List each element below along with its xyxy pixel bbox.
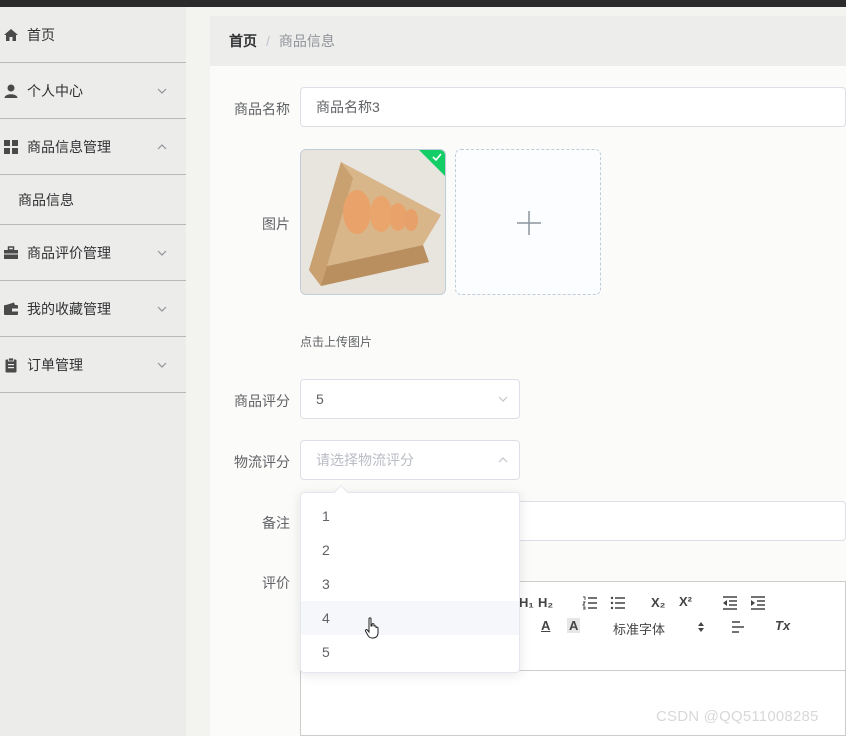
- logistics-rating-label: 物流评分: [234, 454, 290, 470]
- grid-icon: [4, 139, 18, 154]
- sidebar-item-label: 首页: [27, 26, 55, 43]
- remark-label: 备注: [262, 515, 290, 531]
- dropdown-option-4[interactable]: 4: [301, 601, 519, 635]
- sidebar-item-label: 我的收藏管理: [27, 300, 111, 317]
- chevron-up-icon: [157, 143, 167, 149]
- upload-tip[interactable]: 点击上传图片: [300, 333, 372, 350]
- briefcase-icon: [4, 245, 18, 259]
- image-label: 图片: [262, 216, 290, 232]
- sidebar-item-personal-center[interactable]: 个人中心: [0, 63, 186, 119]
- sidebar-item-label: 个人中心: [27, 82, 83, 99]
- chevron-up-icon: [498, 457, 508, 463]
- sidebar-item-favorites-mgmt[interactable]: 我的收藏管理: [0, 281, 186, 337]
- watermark: CSDN @QQ511008285: [656, 708, 819, 725]
- clear-format-button[interactable]: Tx: [775, 618, 790, 633]
- breadcrumb-separator: /: [266, 33, 270, 49]
- plus-icon: [517, 211, 541, 235]
- breadcrumb: 首页 / 商品信息: [210, 16, 846, 66]
- egg-tray-image: [301, 150, 445, 294]
- chevron-down-icon: [157, 362, 167, 368]
- background-color-button[interactable]: A: [567, 618, 581, 633]
- logistics-rating-dropdown: 1 2 3 4 5: [300, 484, 520, 673]
- chevron-down-icon: [157, 306, 167, 312]
- subscript-button[interactable]: X₂: [651, 595, 665, 610]
- chevron-down-icon: [157, 88, 167, 94]
- upload-add-button[interactable]: [455, 149, 601, 295]
- select-updown-icon: [698, 622, 704, 632]
- sidebar-subitem-product-info[interactable]: 商品信息: [0, 175, 186, 225]
- bullet-list-icon[interactable]: [610, 596, 626, 610]
- user-icon: [4, 84, 18, 98]
- logistics-rating-placeholder: 请选择物流评分: [316, 452, 414, 468]
- sidebar-item-review-mgmt[interactable]: 商品评价管理: [0, 225, 186, 281]
- superscript-button[interactable]: X²: [679, 594, 692, 609]
- sidebar-item-product-info-mgmt[interactable]: 商品信息管理: [0, 119, 186, 175]
- font-family-select[interactable]: 标准字体: [613, 619, 665, 638]
- product-name-input[interactable]: 商品名称3: [300, 87, 846, 127]
- outdent-icon[interactable]: [722, 596, 738, 610]
- h2-button[interactable]: H₂: [538, 595, 553, 610]
- sidebar-item-home[interactable]: 首页: [0, 7, 186, 63]
- ordered-list-icon[interactable]: [582, 596, 598, 610]
- sidebar-item-order-mgmt[interactable]: 订单管理: [0, 337, 186, 393]
- product-rating-select[interactable]: 5: [300, 379, 520, 419]
- window-top-bar: [0, 0, 846, 7]
- sidebar-item-label: 商品评价管理: [27, 244, 111, 261]
- sidebar-item-label: 订单管理: [27, 356, 83, 373]
- product-rating-label: 商品评分: [234, 393, 290, 409]
- product-rating-value: 5: [316, 391, 324, 407]
- dropdown-option-3[interactable]: 3: [301, 567, 519, 601]
- font-color-button[interactable]: A: [541, 618, 550, 633]
- uploaded-image-thumbnail[interactable]: [300, 149, 446, 295]
- align-left-icon[interactable]: [731, 621, 745, 633]
- dropdown-option-5[interactable]: 5: [301, 635, 519, 669]
- chevron-down-icon: [498, 396, 508, 402]
- logistics-rating-select[interactable]: 请选择物流评分: [300, 440, 520, 480]
- sidebar-item-label: 商品信息管理: [27, 138, 111, 155]
- hand-cursor-icon: [364, 617, 379, 639]
- review-label: 评价: [262, 575, 290, 591]
- dropdown-option-2[interactable]: 2: [301, 533, 519, 567]
- home-icon: [4, 28, 18, 41]
- indent-icon[interactable]: [750, 596, 766, 610]
- sidebar: 首页 个人中心 商品信息管理 商品信息 商品评价管理 我的收藏管理 订单管理: [0, 7, 186, 736]
- breadcrumb-home[interactable]: 首页: [229, 31, 257, 51]
- dropdown-option-1[interactable]: 1: [301, 499, 519, 533]
- wallet-icon: [4, 302, 18, 315]
- product-name-label: 商品名称: [234, 101, 290, 117]
- chevron-down-icon: [157, 250, 167, 256]
- clipboard-icon: [5, 357, 17, 372]
- breadcrumb-current: 商品信息: [278, 33, 335, 49]
- product-name-value: 商品名称3: [316, 99, 380, 115]
- h1-button[interactable]: H₁: [519, 595, 534, 610]
